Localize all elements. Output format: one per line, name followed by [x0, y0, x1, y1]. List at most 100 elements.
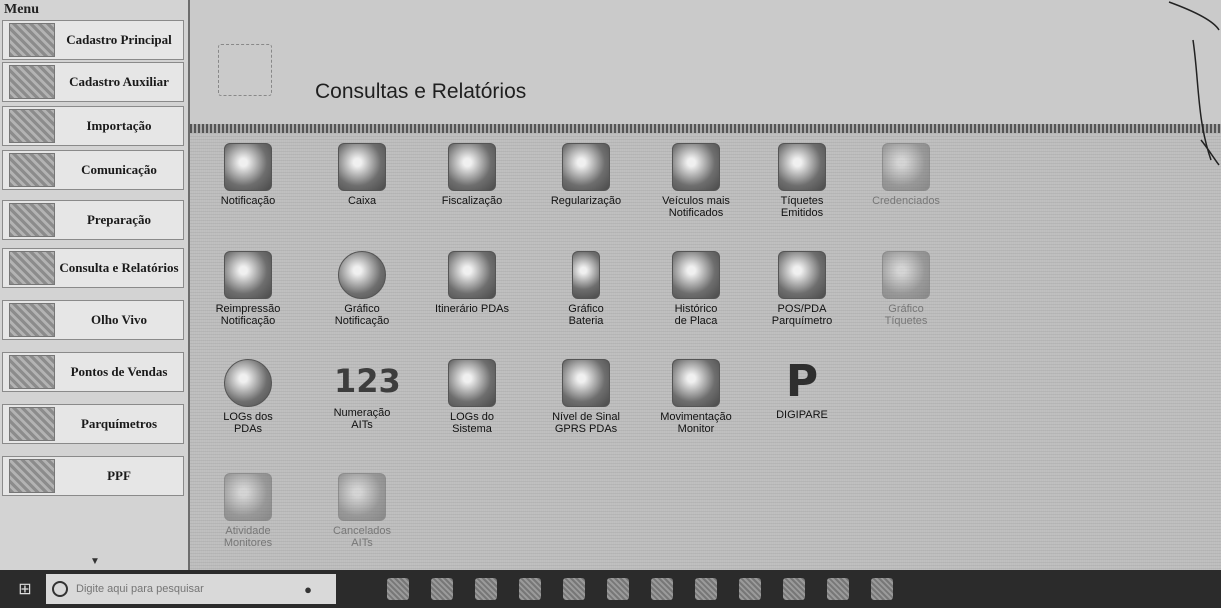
microphone-icon[interactable]: ● — [298, 582, 318, 597]
ruler-icon — [9, 23, 55, 57]
history-icon — [672, 251, 720, 299]
sidebar-item-preparacao[interactable]: Preparação — [2, 200, 184, 240]
pos-icon — [778, 251, 826, 299]
windows-taskbar: ⊞ ● — [0, 570, 1221, 608]
app-icon[interactable] — [827, 578, 849, 600]
ppf-icon — [9, 459, 55, 493]
tile-grafico-notificacao[interactable]: Gráfico Notificação — [312, 241, 412, 341]
file-explorer-icon[interactable] — [475, 578, 497, 600]
app-icon[interactable] — [783, 578, 805, 600]
sidebar-item-pontos-vendas[interactable]: Pontos de Vendas — [2, 352, 184, 392]
sidebar-item-label: Comunicação — [81, 162, 157, 177]
import-icon — [9, 109, 55, 143]
tile-regularizacao[interactable]: Regularização — [536, 133, 636, 233]
tile-grafico-bateria[interactable]: Gráfico Bateria — [536, 241, 636, 341]
tile-label: Movimentação Monitor — [660, 411, 732, 435]
car-icon — [672, 143, 720, 191]
system-log-icon — [448, 359, 496, 407]
tile-pos-pda-parquimetro[interactable]: POS/PDA Parquímetro — [752, 241, 852, 341]
tile-reimpressao-notificacao[interactable]: Reimpressão Notificação — [198, 241, 298, 341]
edge-icon[interactable] — [431, 578, 453, 600]
sidebar-item-label: Consulta e Relatórios — [59, 260, 179, 275]
sidebar-item-ppf[interactable]: PPF — [2, 456, 184, 496]
tile-fiscalizacao[interactable]: Fiscalização — [422, 133, 522, 233]
tile-tiquetes-emitidos[interactable]: Tíquetes Emitidos — [752, 133, 852, 233]
task-view-icon[interactable] — [387, 578, 409, 600]
cash-icon — [338, 143, 386, 191]
tile-logs-sistema[interactable]: LOGs do Sistema — [422, 349, 522, 449]
tile-label: Veículos mais Notificados — [662, 195, 730, 219]
sidebar-item-consulta-relatorios[interactable]: Consulta e Relatórios — [2, 248, 184, 288]
cortana-icon — [52, 581, 68, 597]
taskbar-search[interactable]: ● — [46, 574, 336, 604]
store-icon — [9, 355, 55, 389]
tile-cancelados-aits[interactable]: Cancelados AITs — [312, 463, 412, 563]
pda-log-icon — [224, 359, 272, 407]
numbering-icon: 123 — [334, 362, 401, 400]
tile-label: Reimpressão Notificação — [215, 303, 281, 327]
tile-label: LOGs dos PDAs — [223, 411, 273, 435]
app-icon[interactable] — [871, 578, 893, 600]
scroll-down-icon[interactable]: ▼ — [90, 556, 100, 567]
tile-notificacao[interactable]: Notificação — [198, 133, 298, 233]
tile-label: Gráfico Bateria — [568, 303, 604, 327]
tile-label: LOGs do Sistema — [449, 411, 495, 435]
tile-movimentacao-monitor[interactable]: Movimentação Monitor — [646, 349, 746, 449]
tile-atividade-monitores[interactable]: Atividade Monitores — [198, 463, 298, 563]
tile-nivel-sinal-gprs[interactable]: Nível de Sinal GPRS PDAs — [536, 349, 636, 449]
page-header: Consultas e Relatórios — [190, 0, 1221, 128]
battery-icon — [572, 251, 600, 299]
header-divider — [190, 124, 1221, 133]
sidebar-menu: Menu Cadastro Principal Cadastro Auxilia… — [0, 0, 190, 570]
tile-label: Cancelados AITs — [332, 525, 392, 549]
sidebar-item-label: Pontos de Vendas — [70, 364, 168, 379]
sidebar-item-importacao[interactable]: Importação — [2, 106, 184, 146]
page-title: Consultas e Relatórios — [315, 80, 527, 103]
tile-label: Regularização — [550, 195, 622, 207]
sidebar-item-label: Cadastro Principal — [66, 32, 172, 47]
globe-icon — [9, 153, 55, 187]
sidebar-item-parquimetros[interactable]: Parquímetros — [2, 404, 184, 444]
tile-label: Notificação — [220, 195, 276, 207]
map-route-icon — [448, 251, 496, 299]
sidebar-item-cadastro-auxiliar[interactable]: Cadastro Auxiliar — [2, 62, 184, 102]
tile-label: Caixa — [347, 195, 377, 207]
sidebar-item-label: PPF — [107, 468, 131, 483]
tile-credenciados[interactable]: Credenciados — [856, 133, 956, 233]
inspection-icon — [448, 143, 496, 191]
tile-grafico-tiquetes[interactable]: Gráfico Tíquetes — [856, 241, 956, 341]
store-app-icon[interactable] — [563, 578, 585, 600]
digipare-icon: P — [785, 356, 819, 407]
map-icon — [9, 65, 55, 99]
menu-title: Menu — [4, 2, 39, 17]
cancel-icon — [338, 473, 386, 521]
excel-icon[interactable] — [607, 578, 629, 600]
tile-digipare[interactable]: P DIGIPARE — [752, 349, 852, 449]
tile-caixa[interactable]: Caixa — [312, 133, 412, 233]
tile-historico-placa[interactable]: Histórico de Placa — [646, 241, 746, 341]
tile-numeracao-aits[interactable]: 123 Numeração AITs — [312, 349, 412, 449]
chrome-icon[interactable] — [519, 578, 541, 600]
ticket-car-icon — [778, 143, 826, 191]
activity-icon — [224, 473, 272, 521]
sidebar-item-comunicacao[interactable]: Comunicação — [2, 150, 184, 190]
tile-label: Gráfico Tíquetes — [884, 303, 928, 327]
tile-label: Tíquetes Emitidos — [780, 195, 824, 219]
app-icon[interactable] — [739, 578, 761, 600]
app-icon[interactable] — [651, 578, 673, 600]
tile-veiculos-notificados[interactable]: Veículos mais Notificados — [646, 133, 746, 233]
sidebar-item-label: Importação — [86, 118, 152, 133]
tile-label: DIGIPARE — [776, 409, 828, 421]
parking-meter-icon — [9, 407, 55, 441]
word-icon[interactable] — [695, 578, 717, 600]
tile-label: Gráfico Notificação — [334, 303, 390, 327]
sidebar-item-cadastro-principal[interactable]: Cadastro Principal — [2, 20, 184, 60]
search-input[interactable] — [74, 582, 298, 596]
sidebar-item-olho-vivo[interactable]: Olho Vivo — [2, 300, 184, 340]
tile-itinerario-pdas[interactable]: Itinerário PDAs — [422, 241, 522, 341]
tile-logs-pdas[interactable]: LOGs dos PDAs — [198, 349, 298, 449]
windows-start-icon[interactable]: ⊞ — [8, 575, 42, 603]
tile-label: Credenciados — [872, 195, 940, 207]
chart-logo-icon — [218, 44, 272, 96]
notification-icon — [224, 143, 272, 191]
